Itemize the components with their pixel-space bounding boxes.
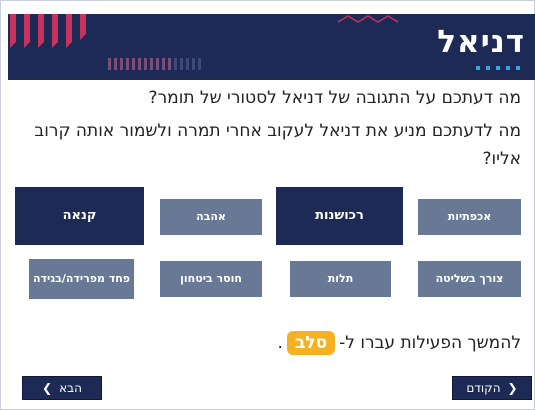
question-1: מה דעתכם על התגובה של דניאל לסטורי של תו… [148, 88, 521, 108]
continue-period: . [277, 333, 283, 353]
previous-label: הקודם [466, 381, 501, 395]
option-button[interactable]: אכפתיות [418, 199, 521, 235]
chevron-left-icon: ❮ [42, 381, 53, 395]
continue-instruction: להמשך הפעילות עברו ל-סלב. [21, 330, 521, 356]
option-button[interactable]: פחד מפרידה/בגידה [29, 259, 134, 299]
question-2: מה לדעתכם מניע את דניאל לעקוב אחרי תמרה … [34, 121, 521, 169]
next-label: הבא [59, 381, 82, 395]
page-title: דניאל [437, 24, 525, 60]
option-button[interactable]: חוסר ביטחון [160, 261, 262, 297]
chevron-right-icon: ❯ [507, 381, 518, 395]
option-button[interactable]: תלות [290, 261, 391, 297]
header-banner: דניאל [8, 14, 535, 80]
continue-text: להמשך הפעילות עברו ל- [339, 333, 521, 353]
next-button[interactable]: ❮ הבא [22, 376, 102, 400]
option-button[interactable]: צורך בשליטה [418, 261, 521, 297]
celeb-badge[interactable]: סלב [286, 331, 336, 355]
previous-button[interactable]: הקודם ❯ [452, 376, 532, 400]
option-button[interactable]: קנאה [15, 187, 144, 245]
option-button[interactable]: אהבה [160, 199, 262, 235]
option-button[interactable]: רכושנות [276, 187, 403, 245]
